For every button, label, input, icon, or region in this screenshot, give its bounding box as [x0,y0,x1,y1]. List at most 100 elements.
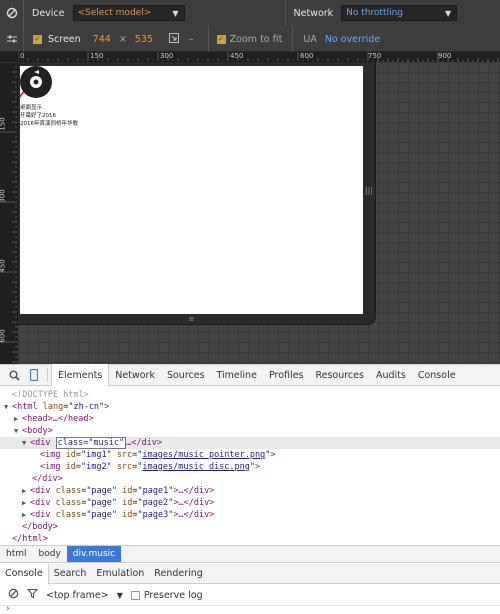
toolbar-divider [207,26,209,52]
tab-resources[interactable]: Resources [309,364,370,386]
html-close-text: </html> [12,534,48,544]
toolbar-divider [284,0,286,26]
collapsed-triangle-icon[interactable]: ▶ [14,413,22,425]
dom-node[interactable]: ▶ <div class="page" id="page2">…</div> [0,497,500,509]
ruler-corner [0,52,18,62]
page-text-line: 2016年首演同桥年华歌 [20,121,78,127]
tab-sources[interactable]: Sources [161,364,211,386]
dom-node[interactable]: </html> [0,533,500,545]
device-mode-icon[interactable] [24,364,44,386]
ruler-label: 300 [160,52,174,60]
ua-override-input[interactable]: No override [325,34,380,45]
attribute-edit-field[interactable]: class="music" [55,437,127,449]
search-icon[interactable] [4,364,24,386]
screen-height-input[interactable]: 535 [135,34,153,45]
drawer-tab-console[interactable]: Console [0,563,49,584]
chevron-down-icon: ▼ [172,9,179,18]
swap-dimensions-icon[interactable] [168,32,179,46]
tab-console[interactable]: Console [412,364,462,386]
div-tail-text: >…</div> [173,498,215,508]
drawer-tab-rendering[interactable]: Rendering [149,564,208,584]
dom-node[interactable]: <img id="img2" src="images/music_disc.pn… [0,461,500,473]
chevron-down-icon: ▼ [445,9,452,18]
tag-name: div [35,438,51,448]
dom-node[interactable]: <!DOCTYPE html> [0,389,500,401]
vertical-ruler: 150 300 450 600 [0,62,18,364]
collapsed-triangle-icon[interactable]: ▶ [22,509,30,521]
preserve-log-checkbox[interactable] [130,590,140,600]
head-node-text: <head>…</head> [22,414,94,424]
zoom-to-fit-label: Zoom to fit [229,33,283,45]
drawer-tab-search[interactable]: Search [49,564,92,584]
tab-timeline[interactable]: Timeline [211,364,263,386]
drawer-tab-emulation[interactable]: Emulation [91,564,149,584]
dom-node[interactable]: ▶ <div class="page" id="page3">…</div> [0,509,500,521]
ruler-label: 300 [0,189,7,203]
div-end-text: </div> [32,474,63,484]
tab-network[interactable]: Network [109,364,161,386]
tab-profiles[interactable]: Profiles [263,364,310,386]
filter-icon[interactable] [26,588,39,602]
ruler-label: 450 [0,259,7,273]
device-model-select[interactable]: <Select model> ▼ [72,5,185,21]
resize-handle-right[interactable]: ||| [363,66,375,314]
img-src-link[interactable]: images/music_disc.png [142,462,249,472]
dom-node[interactable]: ▼ <body> [0,425,500,437]
attr-value: "page1" [137,486,174,496]
dom-node[interactable]: <img id="img1" src="images/music_pointer… [0,449,500,461]
dom-node[interactable]: ▼ <html lang="zh-cn"> [0,401,500,413]
emulated-viewport[interactable]: 桌面显示 开幕好了2016 2016年首演同桥年华歌 [20,66,363,314]
attr-value: "page" [86,498,118,508]
expanded-triangle-icon[interactable]: ▼ [4,401,12,413]
music-disc-icon[interactable] [20,66,54,104]
console-toolbar: <top frame> ▼ Preserve log [0,585,500,605]
ruler-label: 750 [368,52,382,60]
tab-elements[interactable]: Elements [51,364,110,386]
console-prompt-icon: › [6,604,10,614]
attr-value: "page" [86,486,118,496]
body-close-text: </body> [22,522,58,532]
ruler-label: 450 [230,52,244,60]
breadcrumb-body[interactable]: body [33,546,67,562]
collapsed-triangle-icon[interactable]: ▶ [22,485,30,497]
img-src-link[interactable]: images/music_pointer.png [142,450,265,460]
resize-handle-bottom[interactable]: ≡ [20,314,363,324]
zoom-to-fit-checkbox[interactable]: ✓ [216,34,226,44]
dom-node[interactable]: ▶ <div class="page" id="page1">…</div> [0,485,500,497]
div-tail-text: >…</div> [173,510,215,520]
doctype-text: <!DOCTYPE html> [12,390,89,400]
console-input[interactable] [0,605,500,614]
attr-value: "page2" [137,498,174,508]
page-text-line: 开幕好了2016 [20,113,56,119]
expanded-triangle-icon[interactable]: ▼ [14,425,22,437]
chevron-down-icon: ▼ [116,590,123,600]
screen-times: × [118,33,127,45]
ruler-label: 600 [300,52,314,60]
vertical-ruler-ticks [0,62,18,363]
collapsed-triangle-icon[interactable]: ▶ [22,497,30,509]
network-throttle-select[interactable]: No throttling ▼ [341,5,458,21]
tab-audits[interactable]: Audits [370,364,412,386]
clear-console-icon[interactable] [8,588,19,602]
block-icon[interactable] [0,0,24,26]
context-select[interactable]: <top frame> ▼ [46,590,123,601]
expanded-triangle-icon[interactable]: ▼ [22,437,30,449]
dom-node[interactable]: </div> [0,473,500,485]
device-pixel-ratio-input[interactable]: – [189,34,194,45]
dom-node[interactable]: </body> [0,521,500,533]
ua-label: UA [303,33,317,45]
drawer-tab-bar: Console Search Emulation Rendering [0,563,500,584]
dom-node[interactable]: ▶ <head>…</head> [0,413,500,425]
div-close-text: …</div> [126,438,162,448]
ruler-label: 600 [0,329,7,343]
settings-sliders-icon[interactable] [0,26,24,52]
elements-dom-tree: <!DOCTYPE html> ▼ <html lang="zh-cn"> ▶ <h… [0,387,500,545]
breadcrumb-div-music[interactable]: div.music [66,546,122,562]
attr-value: "page3" [137,510,174,520]
ruler-label: 150 [90,52,104,60]
breadcrumb-html[interactable]: html [0,546,33,562]
dom-node-selected[interactable]: ▼ <div class="music" …</div> [0,437,500,449]
screen-checkbox[interactable]: ✓ [33,34,42,44]
screen-width-input[interactable]: 744 [93,34,111,45]
context-select-value: <top frame> [46,589,109,601]
